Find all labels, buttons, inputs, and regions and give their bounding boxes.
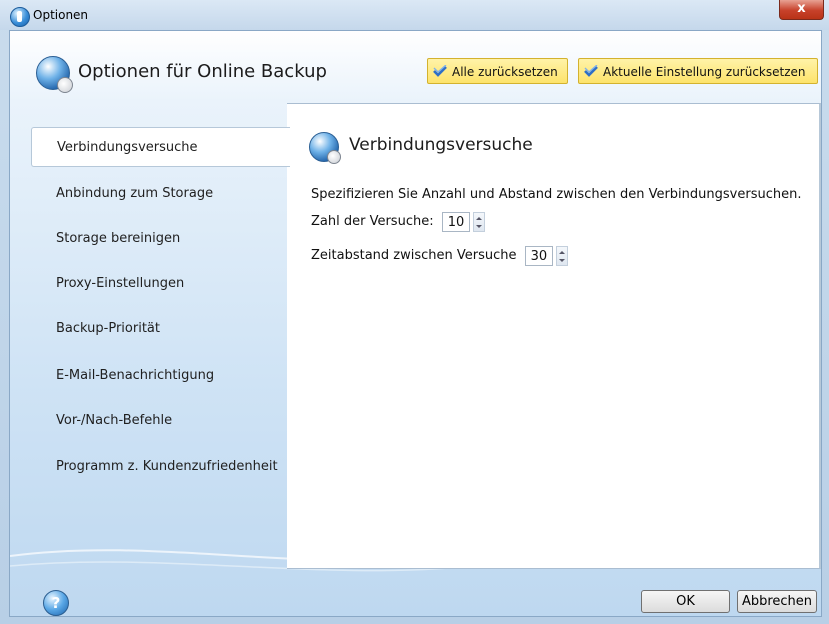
dialog-header: Optionen für Online Backup Alle zurückse… xyxy=(10,31,821,111)
check-icon xyxy=(433,65,447,77)
reset-current-button[interactable]: Aktuelle Einstellung zurücksetzen xyxy=(578,58,818,84)
sidebar-item-storage-bereinigen[interactable]: Storage bereinigen xyxy=(31,219,291,259)
interval-spin-arrows[interactable] xyxy=(556,245,569,266)
window-title: Optionen xyxy=(33,8,89,22)
spin-up-icon[interactable] xyxy=(559,250,566,254)
help-icon[interactable]: ? xyxy=(43,590,69,616)
options-window: Optionen x Optionen für Online Backup Al… xyxy=(0,0,829,624)
online-backup-icon xyxy=(36,56,73,93)
sidebar-item-proxy[interactable]: Proxy-Einstellungen xyxy=(31,264,291,304)
interval-value[interactable]: 30 xyxy=(524,245,554,266)
panel-title: Verbindungsversuche xyxy=(349,135,533,155)
attempts-value[interactable]: 10 xyxy=(441,211,471,232)
ok-button[interactable]: OK xyxy=(641,590,730,613)
interval-label: Zeitabstand zwischen Versuche xyxy=(311,248,517,263)
sidebar-item-backup-prioritaet[interactable]: Backup-Priorität xyxy=(31,309,291,349)
app-icon xyxy=(10,7,30,27)
sidebar-item-anbindung-storage[interactable]: Anbindung zum Storage xyxy=(31,174,291,214)
sidebar-item-vor-nach-befehle[interactable]: Vor-/Nach-Befehle xyxy=(31,401,291,441)
dialog-client: Optionen für Online Backup Alle zurückse… xyxy=(9,30,822,617)
close-button[interactable]: x xyxy=(779,0,824,20)
spin-down-icon[interactable] xyxy=(476,224,483,228)
attempts-stepper[interactable]: 10 xyxy=(441,211,486,232)
sidebar-item-email[interactable]: E-Mail-Benachrichtigung xyxy=(31,356,291,396)
attempts-spin-arrows[interactable] xyxy=(473,211,486,232)
reset-all-button[interactable]: Alle zurücksetzen xyxy=(427,58,568,84)
settings-panel: Verbindungsversuche Spezifizieren Sie An… xyxy=(287,103,821,569)
panel-description: Spezifizieren Sie Anzahl und Abstand zwi… xyxy=(311,187,802,202)
cancel-button[interactable]: Abbrechen xyxy=(737,590,817,613)
title-bar[interactable]: Optionen x xyxy=(0,0,829,30)
reset-all-label: Alle zurücksetzen xyxy=(452,65,558,79)
sidebar-item-kundenzufriedenheit[interactable]: Programm z. Kundenzufriedenheit xyxy=(31,447,291,487)
interval-row: Zeitabstand zwischen Versuche 30 xyxy=(311,245,569,267)
check-icon xyxy=(584,65,598,77)
options-sidebar: Verbindungsversuche Anbindung zum Storag… xyxy=(10,111,290,571)
attempts-label: Zahl der Versuche: xyxy=(311,214,434,229)
sidebar-item-verbindungsversuche[interactable]: Verbindungsversuche xyxy=(31,127,290,167)
connection-globe-icon xyxy=(309,132,341,164)
interval-stepper[interactable]: 30 xyxy=(524,245,569,266)
attempts-row: Zahl der Versuche: 10 xyxy=(311,211,486,233)
spin-up-icon[interactable] xyxy=(476,216,483,220)
spin-down-icon[interactable] xyxy=(559,258,566,262)
reset-current-label: Aktuelle Einstellung zurücksetzen xyxy=(603,65,806,79)
dialog-title: Optionen für Online Backup xyxy=(78,61,327,82)
dialog-footer: ? OK Abbrechen xyxy=(10,571,821,616)
